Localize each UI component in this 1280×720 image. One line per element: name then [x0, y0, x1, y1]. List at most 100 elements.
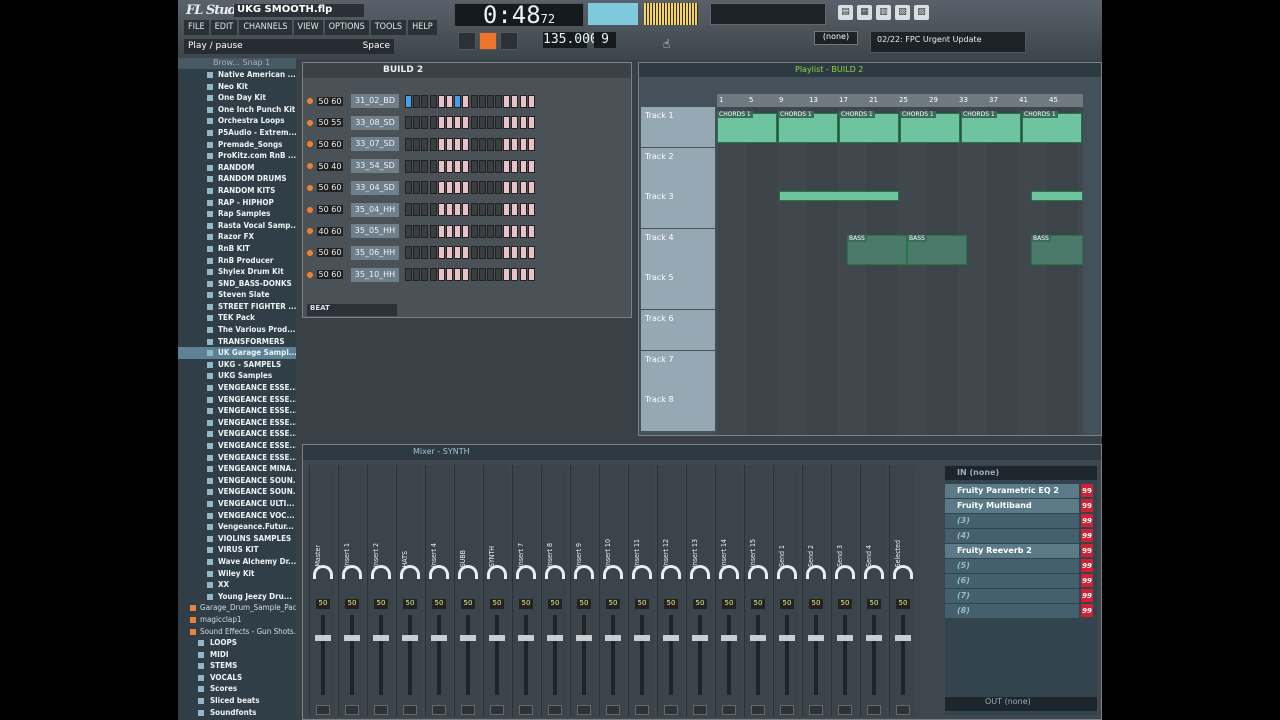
- step-button[interactable]: [503, 224, 511, 238]
- step-button[interactable]: [470, 116, 478, 130]
- browser-item[interactable]: Shylex Drum Kit: [178, 266, 296, 278]
- step-button[interactable]: [413, 203, 421, 216]
- step-button[interactable]: [421, 137, 429, 151]
- browser-file[interactable]: Sound Effects - Gun Shots...: [178, 626, 296, 638]
- browser-item[interactable]: RANDOM DRUMS: [178, 173, 296, 185]
- channel-vol-pan[interactable]: 50 60: [317, 139, 343, 149]
- fader-cap[interactable]: [605, 635, 621, 641]
- channel-vol-pan[interactable]: 50 60: [317, 248, 343, 258]
- fx-toggle[interactable]: [519, 705, 533, 715]
- fx-toggle[interactable]: [635, 705, 649, 715]
- fader-cap[interactable]: [634, 635, 650, 641]
- track-header[interactable]: Track 5: [641, 269, 715, 310]
- step-button[interactable]: [527, 246, 535, 260]
- effect-slot[interactable]: (3) 99: [945, 514, 1093, 528]
- fx-toggle[interactable]: [403, 705, 417, 715]
- step-button[interactable]: [445, 203, 453, 216]
- step-button[interactable]: [470, 159, 478, 173]
- volume-fader[interactable]: [524, 615, 528, 695]
- slot-mix-value[interactable]: 99: [1081, 544, 1093, 557]
- channel-led[interactable]: [307, 141, 313, 148]
- volume-fader[interactable]: [843, 615, 847, 695]
- slot-mix-value[interactable]: 99: [1081, 589, 1093, 602]
- playlist-grid[interactable]: CHORDS 1 CHORDS 1 CHORDS 1 CHORDS 1 CHORDS 1…: [717, 107, 1083, 435]
- fx-toggle[interactable]: [461, 705, 475, 715]
- step-button[interactable]: [429, 268, 437, 282]
- step-button[interactable]: [462, 181, 470, 195]
- step-button[interactable]: [454, 268, 462, 282]
- channel-led[interactable]: [307, 184, 313, 191]
- browser-item[interactable]: VENGEANCE ESSE...: [178, 394, 296, 406]
- browser-folder[interactable]: Sliced beats: [178, 695, 296, 707]
- slot-mix-value[interactable]: 99: [1081, 484, 1093, 497]
- channel-name-button[interactable]: 33_08_SD: [351, 115, 399, 130]
- step-button[interactable]: [405, 203, 412, 216]
- beat-selector[interactable]: BEAT: [307, 304, 397, 316]
- step-button[interactable]: [511, 268, 519, 282]
- pan-knob[interactable]: [458, 565, 478, 579]
- browser-folder[interactable]: MIDI: [178, 649, 296, 661]
- track-header[interactable]: Track 4: [641, 228, 715, 269]
- step-button[interactable]: [437, 181, 445, 195]
- step-button[interactable]: [478, 224, 486, 238]
- pan-knob[interactable]: [893, 565, 913, 579]
- pan-knob[interactable]: [342, 565, 362, 579]
- pan-knob[interactable]: [313, 565, 333, 579]
- browser-item[interactable]: RnB KIT: [178, 243, 296, 255]
- step-button[interactable]: [495, 224, 503, 238]
- step-button[interactable]: [405, 116, 412, 130]
- browser-item[interactable]: VIRUS KIT: [178, 544, 296, 556]
- fader-cap[interactable]: [315, 635, 331, 641]
- step-button[interactable]: [470, 94, 478, 108]
- effect-slot[interactable]: (6) 99: [945, 574, 1093, 588]
- step-button[interactable]: [462, 268, 470, 282]
- volume-fader[interactable]: [814, 615, 818, 695]
- step-button[interactable]: [437, 224, 445, 238]
- step-button[interactable]: [486, 181, 494, 195]
- fx-toggle[interactable]: [780, 705, 794, 715]
- browser-item[interactable]: VENGEANCE ESSE...: [178, 382, 296, 394]
- channel-led[interactable]: [307, 163, 313, 170]
- step-button[interactable]: [437, 159, 445, 173]
- step-button[interactable]: [445, 137, 453, 151]
- volume-fader[interactable]: [727, 615, 731, 695]
- step-button[interactable]: [527, 224, 535, 238]
- volume-fader[interactable]: [466, 615, 470, 695]
- step-button[interactable]: [519, 246, 527, 260]
- track-header[interactable]: Track 7: [641, 350, 715, 391]
- fader-cap[interactable]: [750, 635, 766, 641]
- volume-fader[interactable]: [379, 615, 383, 695]
- volume-fader[interactable]: [495, 615, 499, 695]
- step-button[interactable]: [519, 137, 527, 151]
- step-button[interactable]: [495, 137, 503, 151]
- step-button[interactable]: [454, 181, 462, 195]
- step-button[interactable]: [429, 203, 437, 216]
- channel-led[interactable]: [307, 206, 313, 213]
- step-button[interactable]: [405, 246, 412, 260]
- pan-knob[interactable]: [545, 565, 565, 579]
- track-header[interactable]: Track 3: [641, 188, 715, 229]
- pan-knob[interactable]: [429, 565, 449, 579]
- step-button[interactable]: [462, 159, 470, 173]
- step-button[interactable]: [413, 137, 421, 151]
- pan-knob[interactable]: [371, 565, 391, 579]
- channel-name-button[interactable]: 35_05_HH: [351, 224, 399, 239]
- step-button[interactable]: [437, 94, 445, 108]
- mixer-strip[interactable]: Insert 1 50: [338, 465, 364, 717]
- step-button[interactable]: [470, 137, 478, 151]
- browser-item[interactable]: VENGEANCE MINA...: [178, 463, 296, 475]
- browser-item[interactable]: UKG - SAMPELS: [178, 359, 296, 371]
- step-button[interactable]: [503, 94, 511, 108]
- channel-name-button[interactable]: 33_04_SD: [351, 180, 399, 195]
- volume-fader[interactable]: [321, 615, 325, 695]
- mixer-strip[interactable]: Insert 7 50: [512, 465, 538, 717]
- slot-mix-value[interactable]: 99: [1081, 499, 1093, 512]
- browser-item[interactable]: Premade_Songs: [178, 139, 296, 151]
- step-button[interactable]: [462, 137, 470, 151]
- fader-cap[interactable]: [460, 635, 476, 641]
- pan-knob[interactable]: [748, 565, 768, 579]
- step-button[interactable]: [495, 203, 503, 216]
- browser-icon[interactable]: ▧: [895, 5, 910, 20]
- browser-item[interactable]: The Various Prod...: [178, 324, 296, 336]
- slot-mix-value[interactable]: 99: [1081, 574, 1093, 587]
